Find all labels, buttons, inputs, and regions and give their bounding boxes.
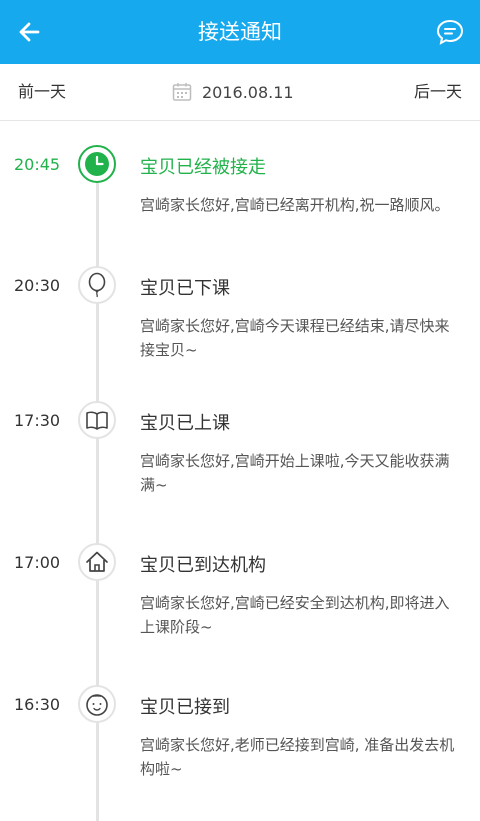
prev-day-button[interactable]: 前一天 [18,64,66,120]
item-time: 16:30 [14,695,61,714]
next-day-button[interactable]: 后一天 [414,64,462,120]
book-icon [86,411,108,430]
item-description: 宫崎家长您好,宫崎已经离开机构,祝一路顺风。 [140,196,450,214]
house-icon [86,551,108,572]
item-title: 宝贝已下课 [140,278,230,299]
item-description: 宫崎家长您好,宫崎已经安全到达机构,即将进入上课阶段~ [140,594,450,636]
item-title: 宝贝已经被接走 [140,157,266,178]
item-title: 宝贝已接到 [140,697,230,718]
item-description: 宫崎家长您好,宫崎开始上课啦,今天又能收获满满~ [140,452,450,494]
current-date: 2016.08.11 [202,82,294,102]
app-bar: 接送通知 [0,0,480,64]
clock-icon [85,152,109,176]
item-title: 宝贝已上课 [140,413,230,434]
page-title: 接送通知 [198,20,282,44]
date-picker[interactable]: 2016.08.11 [172,64,294,120]
timeline-node [78,266,116,304]
date-navigation: 前一天 2016.08.11 后一天 [0,64,480,121]
item-description: 宫崎家长您好,宫崎今天课程已经结束,请尽快来接宝贝~ [140,317,450,359]
calendar-icon [172,83,192,101]
timeline-node [78,685,116,723]
baby-face-icon [86,694,108,716]
timeline-node [78,145,116,183]
item-time: 17:30 [14,411,61,430]
item-time: 20:45 [14,155,61,174]
item-time: 20:30 [14,276,61,295]
timeline-node [78,401,116,439]
item-title: 宝贝已到达机构 [140,555,266,576]
chat-bubble-icon[interactable] [434,16,466,48]
pickup-timeline: 20:45 宝贝已经被接走 宫崎家长您好,宫崎已经离开机构,祝一路顺风。 20:… [0,121,480,821]
item-time: 17:00 [14,553,61,572]
item-description: 宫崎家长您好,老师已经接到宫崎, 准备出发去机构啦~ [140,736,455,778]
timeline-node [78,543,116,581]
balloon-icon [88,272,106,298]
